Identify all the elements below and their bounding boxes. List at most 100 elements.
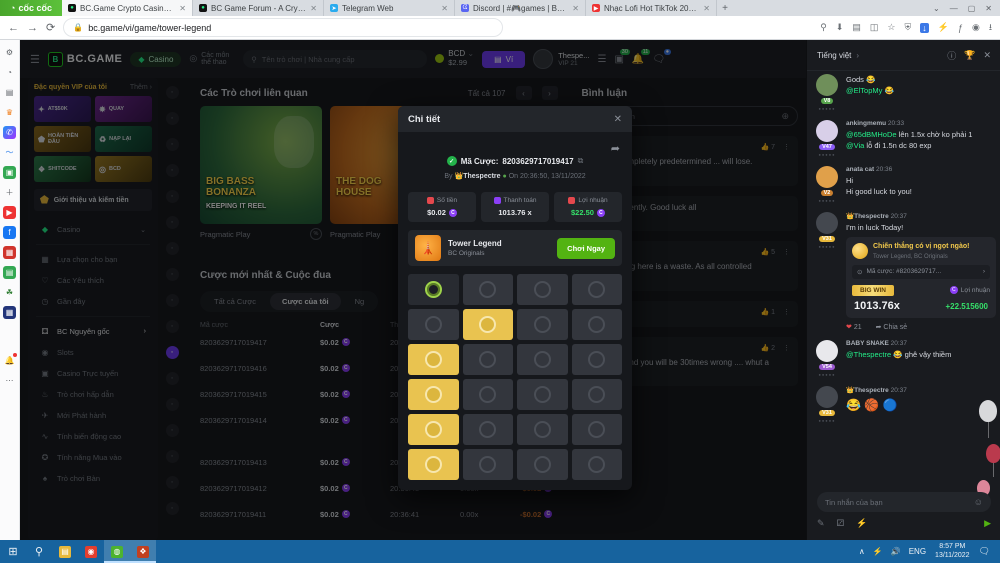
chat-language-selector[interactable]: Tiếng việt — [817, 51, 851, 60]
coccoc-icon[interactable]: ◍ — [104, 540, 130, 563]
emoji-icon[interactable]: ☺ — [974, 497, 983, 507]
send-icon[interactable]: ▶ — [984, 518, 991, 529]
tower-cell-empty[interactable] — [572, 379, 623, 410]
tower-cell-empty[interactable] — [463, 379, 514, 410]
tower-cell-pick[interactable] — [463, 309, 514, 340]
tower-cell-empty[interactable] — [572, 309, 623, 340]
history-icon[interactable]: ◔ — [3, 66, 16, 79]
tower-cell-empty[interactable] — [572, 274, 623, 305]
chat-avatar[interactable] — [816, 166, 838, 188]
dice-icon[interactable]: ⚂ — [837, 518, 845, 529]
coccoc-logo[interactable]: ◔cốc cốc — [0, 0, 62, 16]
network-icon[interactable]: ⚡ — [873, 547, 883, 556]
tower-cell-empty[interactable] — [517, 344, 568, 375]
chat-input[interactable]: Tin nhắn của bạn ☺ — [817, 492, 991, 512]
tower-cell-empty[interactable] — [517, 449, 568, 480]
mention-link[interactable]: @ElTopMy — [846, 86, 882, 95]
shield-icon[interactable]: ⛨ — [904, 22, 911, 33]
notification-center-icon[interactable]: 🗨 — [979, 546, 990, 557]
tower-cell-empty[interactable] — [463, 414, 514, 445]
tower-cell-pick[interactable] — [408, 414, 459, 445]
reload-button[interactable]: ⟳ — [46, 21, 55, 34]
fn-icon[interactable]: ƒ — [958, 23, 963, 33]
share-icon[interactable]: ➦ — [611, 142, 620, 155]
volume-icon[interactable]: 🔊 — [891, 547, 901, 556]
facebook-icon[interactable]: f — [3, 226, 16, 239]
tab-close-icon[interactable]: ✕ — [441, 4, 448, 13]
tab-search-icon[interactable]: ⌄ — [933, 4, 940, 13]
forward-button[interactable]: → — [27, 22, 38, 34]
leaderboard-trophy-icon[interactable]: 🏆 — [964, 50, 975, 61]
chat-username[interactable]: anata cat 20:36 — [846, 166, 993, 173]
chrome-icon[interactable]: ◉ — [78, 540, 104, 563]
browser-tab[interactable]: ●BC.Game Crypto Casino Ga...✕ — [62, 0, 193, 16]
tower-cell-empty[interactable] — [463, 344, 514, 375]
chat-username[interactable]: ankingmemu 20:33 — [846, 120, 993, 127]
rain-icon[interactable]: ⚡ — [856, 518, 867, 529]
tab-close-icon[interactable]: ✕ — [703, 4, 710, 13]
notes-icon[interactable]: ▤ — [852, 22, 861, 33]
capture-icon[interactable]: ⬇ — [836, 22, 844, 33]
new-tab-button[interactable]: + — [717, 0, 733, 16]
tower-cell-empty[interactable] — [517, 309, 568, 340]
tv-icon[interactable]: ▦ — [3, 306, 16, 319]
mention-link[interactable]: @Thespectre — [846, 350, 891, 359]
url-field[interactable]: 🔒 bc.game/vi/game/tower-legend — [63, 18, 503, 37]
tower-cell-empty[interactable] — [572, 414, 623, 445]
crown-icon[interactable]: ♛ — [3, 106, 16, 119]
record-icon[interactable]: ◉ — [972, 22, 980, 33]
file-explorer-icon[interactable]: ▤ — [52, 540, 78, 563]
play-now-button[interactable]: Chơi Ngay — [557, 238, 615, 259]
chat-avatar[interactable] — [816, 340, 838, 362]
tab-close-icon[interactable]: ✕ — [179, 4, 186, 13]
copy-icon[interactable]: ⧉ — [578, 156, 584, 166]
start-button[interactable]: ⊞ — [0, 540, 26, 563]
bookmark-star-icon[interactable]: ☆ — [887, 22, 895, 33]
modal-close-button[interactable]: ✕ — [614, 114, 622, 125]
bet-user[interactable]: 👑Thespectre — [454, 173, 500, 180]
messenger-icon[interactable]: ✆ — [3, 126, 16, 139]
mention-link[interactable]: @65dBMHoDe — [846, 130, 897, 139]
tower-cell-empty[interactable] — [572, 449, 623, 480]
leaf-icon[interactable]: ☘ — [3, 286, 16, 299]
chat-username[interactable]: BABY SNAKE 20:37 — [846, 340, 993, 347]
tab-close-icon[interactable]: ✕ — [310, 4, 317, 13]
close-button[interactable]: ✕ — [985, 4, 992, 13]
notification-bell-icon[interactable]: 🔔 — [3, 354, 16, 367]
tower-cell-empty[interactable] — [463, 274, 514, 305]
back-button[interactable]: ← — [8, 22, 19, 34]
app-icon[interactable]: ❖ — [130, 540, 156, 563]
tower-cell-empty[interactable] — [517, 379, 568, 410]
maximize-button[interactable]: ▢ — [968, 4, 976, 13]
tower-cell-empty[interactable] — [517, 274, 568, 305]
chat-close-icon[interactable]: ✕ — [983, 50, 991, 61]
win-card-bet-id[interactable]: ⊙Mã cược: #8203629717...› — [852, 265, 990, 279]
link-icon[interactable]: ⚲ — [820, 22, 827, 33]
language-indicator[interactable]: ENG — [909, 547, 926, 556]
tray-expand-icon[interactable]: ∧ — [859, 547, 865, 556]
tower-cell-empty[interactable] — [517, 414, 568, 445]
chat-username[interactable]: 👑Thespectre 20:37 — [846, 212, 993, 220]
win-share-card[interactable]: Chiến thắng có vị ngọt ngào!Tower Legend… — [846, 237, 996, 317]
settings-icon[interactable]: ⚙ — [3, 46, 16, 59]
minimize-button[interactable]: — — [950, 4, 958, 13]
chat-avatar[interactable] — [816, 212, 838, 234]
wave-icon[interactable]: 〜 — [3, 146, 16, 159]
add-icon[interactable]: ＋ — [3, 186, 16, 199]
mention-link[interactable]: @Via — [846, 141, 864, 150]
sheets-icon[interactable]: ▤ — [3, 266, 16, 279]
search-button[interactable]: ⚲ — [26, 540, 52, 563]
chat-username[interactable]: 👑Thespectre 20:37 — [846, 386, 993, 394]
tower-cell-empty[interactable] — [408, 309, 459, 340]
tower-cell-pick[interactable] — [408, 449, 459, 480]
pencil-icon[interactable]: ✎ — [817, 518, 825, 529]
download-icon[interactable]: ⭳ — [989, 20, 992, 36]
share-reaction[interactable]: ➦ Chia sẻ — [876, 323, 908, 331]
lightning-icon[interactable]: ⚡ — [938, 22, 949, 33]
tower-cell-start[interactable] — [408, 274, 459, 305]
youtube-icon[interactable]: ▶ — [3, 206, 16, 219]
chat-rules-icon[interactable]: ⓘ — [947, 49, 956, 62]
tower-cell-pick[interactable] — [408, 344, 459, 375]
browser-tab[interactable]: ▶Nhạc Lofi Hot TikTok 2022 -✕ — [586, 0, 717, 16]
chat-avatar[interactable] — [816, 120, 838, 142]
